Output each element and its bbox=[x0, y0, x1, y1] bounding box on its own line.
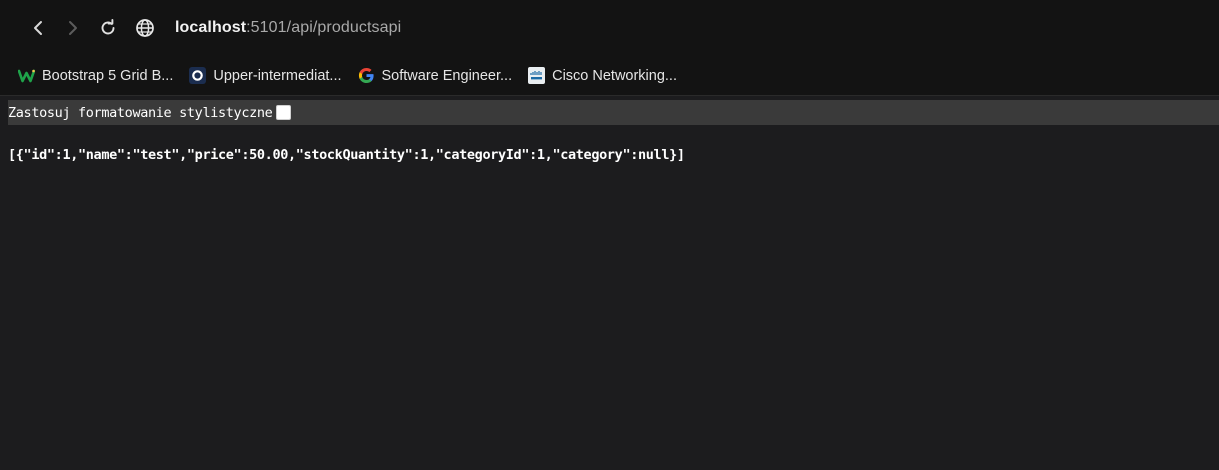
site-info-button[interactable] bbox=[133, 16, 157, 40]
url-path: :5101/api/productsapi bbox=[246, 19, 402, 36]
bookmark-software-engineer[interactable]: Software Engineer... bbox=[358, 62, 513, 90]
pretty-print-label: Zastosuj formatowanie stylistyczne bbox=[8, 104, 273, 121]
bookmark-label: Cisco Networking... bbox=[552, 67, 677, 84]
chevron-left-icon bbox=[34, 21, 42, 35]
bookmark-cisco-networking[interactable]: Cisco Networking... bbox=[528, 62, 677, 90]
url-host: localhost bbox=[175, 19, 247, 36]
cisco-icon bbox=[528, 67, 546, 84]
json-response-text: [{"id":1,"name":"test","price":50.00,"st… bbox=[8, 147, 685, 163]
chevron-right-icon bbox=[69, 21, 77, 35]
globe-icon bbox=[136, 19, 154, 37]
pretty-print-checkbox[interactable] bbox=[276, 105, 292, 120]
page-content: [{"id":1,"name":"test","price":50.00,"st… bbox=[8, 125, 1219, 470]
bookmarks-bar: Bootstrap 5 Grid B... Upper-intermediat.… bbox=[0, 56, 1219, 96]
pretty-print-bar: Zastosuj formatowanie stylistyczne bbox=[8, 100, 1219, 125]
url-field[interactable]: localhost:5101/api/productsapi bbox=[175, 19, 401, 37]
forward-button[interactable] bbox=[61, 16, 85, 40]
reload-button[interactable] bbox=[96, 16, 120, 40]
bookmark-bootstrap-grid[interactable]: Bootstrap 5 Grid B... bbox=[18, 62, 173, 90]
reload-icon bbox=[101, 19, 115, 35]
circle-o-icon bbox=[189, 67, 207, 84]
bookmark-upper-intermediate[interactable]: Upper-intermediat... bbox=[189, 62, 342, 90]
bookmark-label: Bootstrap 5 Grid B... bbox=[42, 67, 174, 84]
bookmark-label: Software Engineer... bbox=[381, 67, 513, 84]
bookmark-label: Upper-intermediat... bbox=[213, 67, 342, 84]
back-button[interactable] bbox=[26, 16, 50, 40]
google-g-icon bbox=[358, 67, 375, 84]
address-bar: localhost:5101/api/productsapi bbox=[0, 0, 1219, 56]
w-logo-icon bbox=[18, 67, 35, 84]
